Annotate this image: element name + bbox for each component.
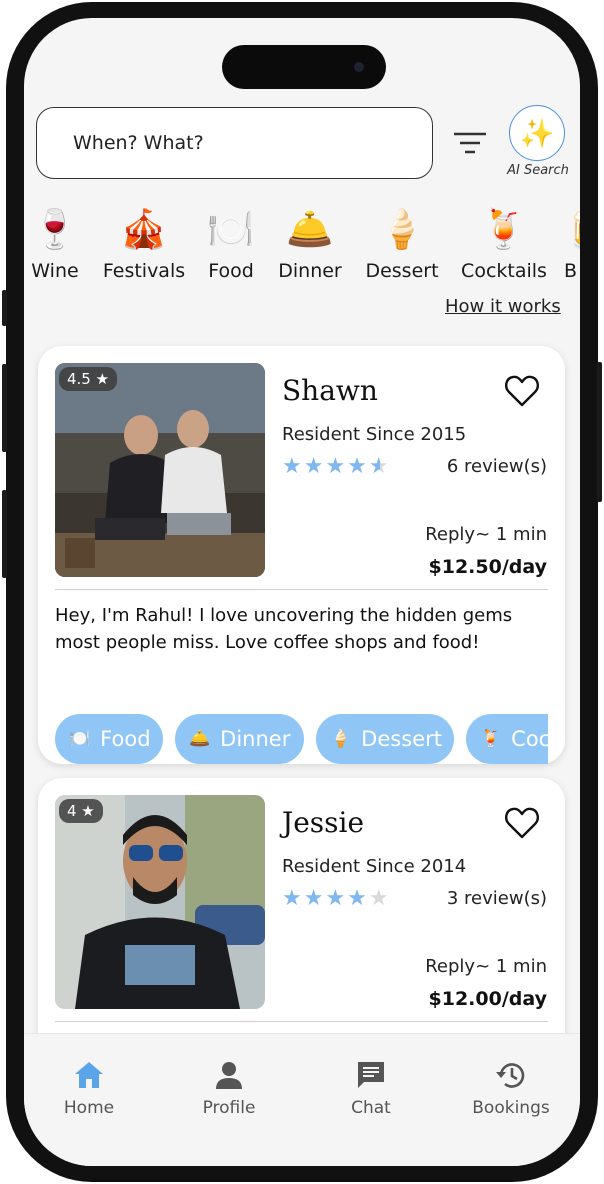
wine-icon: 🍷 [31, 207, 79, 251]
category-label: B [564, 260, 578, 282]
side-button [597, 362, 602, 502]
nav-label: Home [63, 1098, 115, 1118]
filter-icon[interactable] [452, 128, 488, 158]
star-rating: ★★★★★ [282, 886, 391, 911]
resident-since: Resident Since 2015 [282, 424, 467, 445]
history-icon [496, 1063, 525, 1088]
host-photo: 4.5 ★ [55, 363, 265, 577]
category-dessert[interactable]: 🍦 Dessert [362, 204, 442, 282]
category-label: Food [208, 260, 254, 282]
price: $12.50/day [428, 556, 547, 578]
dynamic-island [222, 45, 386, 89]
nav-chat[interactable]: Chat [316, 1060, 426, 1118]
tag-label: Coc [511, 727, 548, 751]
nav-label: Profile [202, 1098, 256, 1118]
ice-cream-icon: 🍦 [330, 729, 352, 749]
nav-label: Bookings [472, 1098, 550, 1118]
category-label: Festivals [102, 260, 186, 282]
price: $12.00/day [428, 988, 547, 1010]
side-button [2, 364, 7, 452]
host-name: Shawn [282, 374, 378, 407]
ai-search-button[interactable]: ✨ [509, 105, 565, 161]
host-card[interactable]: 4.5 ★ Shawn Resident Since 2015 ★★★★★ 6 … [38, 346, 565, 764]
ai-search-label: AI Search [507, 163, 569, 178]
divider [55, 589, 548, 590]
resident-since: Resident Since 2014 [282, 856, 467, 877]
category-label: Cocktails [461, 260, 547, 282]
tag-chip[interactable]: 🍹 Coc [466, 714, 548, 764]
review-count: 3 review(s) [446, 888, 547, 909]
app-screen: When? What? ✨ AI Search 🍷 Wine 🎪 Festiva… [24, 18, 580, 1166]
tag-label: Dinner [220, 727, 291, 751]
cocktail-icon: 🍹 [480, 729, 502, 749]
category-dinner[interactable]: 🛎️ Dinner [274, 204, 346, 282]
chat-icon [358, 1062, 384, 1088]
home-icon [75, 1062, 103, 1088]
plate-icon: 🍽️ [207, 207, 255, 251]
host-bio: Hey, I'm Rahul! I love uncovering the hi… [55, 605, 513, 653]
search-placeholder: When? What? [73, 132, 204, 154]
reply-time: Reply~ 1 min [425, 524, 547, 545]
nav-label: Chat [351, 1098, 391, 1118]
tag-chip[interactable]: 🍽️ Food [55, 714, 163, 764]
tag-label: Dessert [361, 727, 442, 751]
category-label: Wine [31, 260, 79, 282]
circus-tent-icon: 🎪 [120, 207, 168, 251]
cocktail-icon: 🍹 [480, 207, 528, 251]
category-label: Dessert [365, 260, 439, 282]
nav-home[interactable]: Home [34, 1060, 144, 1118]
beer-icon: 🍺 [564, 204, 580, 254]
sparkles-icon: ✨ [519, 116, 555, 150]
how-it-works-link[interactable]: How it works [445, 296, 561, 317]
tag-label: Food [100, 727, 151, 751]
category-wine[interactable]: 🍷 Wine [30, 204, 80, 282]
host-name: Jessie [282, 806, 365, 839]
category-cocktails[interactable]: 🍹 Cocktails [458, 204, 550, 282]
side-button [2, 490, 7, 578]
category-partial[interactable]: 🍺 B [564, 204, 580, 282]
person-icon [216, 1062, 242, 1089]
category-label: Dinner [278, 260, 342, 282]
reply-time: Reply~ 1 min [425, 956, 547, 977]
tag-chip[interactable]: 🍦 Dessert [316, 714, 454, 764]
bottom-nav: Home Profile Chat Bookings [24, 1033, 580, 1166]
divider [55, 1021, 548, 1022]
tag-row: 🍽️ Food 🛎️ Dinner 🍦 Dessert 🍹 Coc [55, 714, 548, 766]
star-rating: ★★★★★ [282, 454, 391, 479]
search-input[interactable]: When? What? [36, 107, 433, 179]
bellhop-bell-icon: 🛎️ [189, 729, 211, 749]
rating-badge: 4.5 ★ [59, 367, 118, 391]
nav-profile[interactable]: Profile [174, 1060, 284, 1118]
plate-icon: 🍽️ [69, 729, 91, 749]
side-button [2, 290, 7, 326]
heart-icon[interactable] [504, 374, 540, 408]
host-photo: 4 ★ [55, 795, 265, 1009]
rating-badge: 4 ★ [59, 799, 103, 823]
review-count: 6 review(s) [446, 456, 547, 477]
category-food[interactable]: 🍽️ Food [204, 204, 258, 282]
tag-chip[interactable]: 🛎️ Dinner [175, 714, 304, 764]
heart-icon[interactable] [504, 806, 540, 840]
category-festivals[interactable]: 🎪 Festivals [100, 204, 188, 282]
bellhop-bell-icon: 🛎️ [286, 207, 334, 251]
nav-bookings[interactable]: Bookings [456, 1060, 566, 1118]
ice-cream-icon: 🍦 [378, 207, 426, 251]
category-strip: 🍷 Wine 🎪 Festivals 🍽️ Food 🛎️ Dinner 🍦 D… [24, 204, 580, 284]
